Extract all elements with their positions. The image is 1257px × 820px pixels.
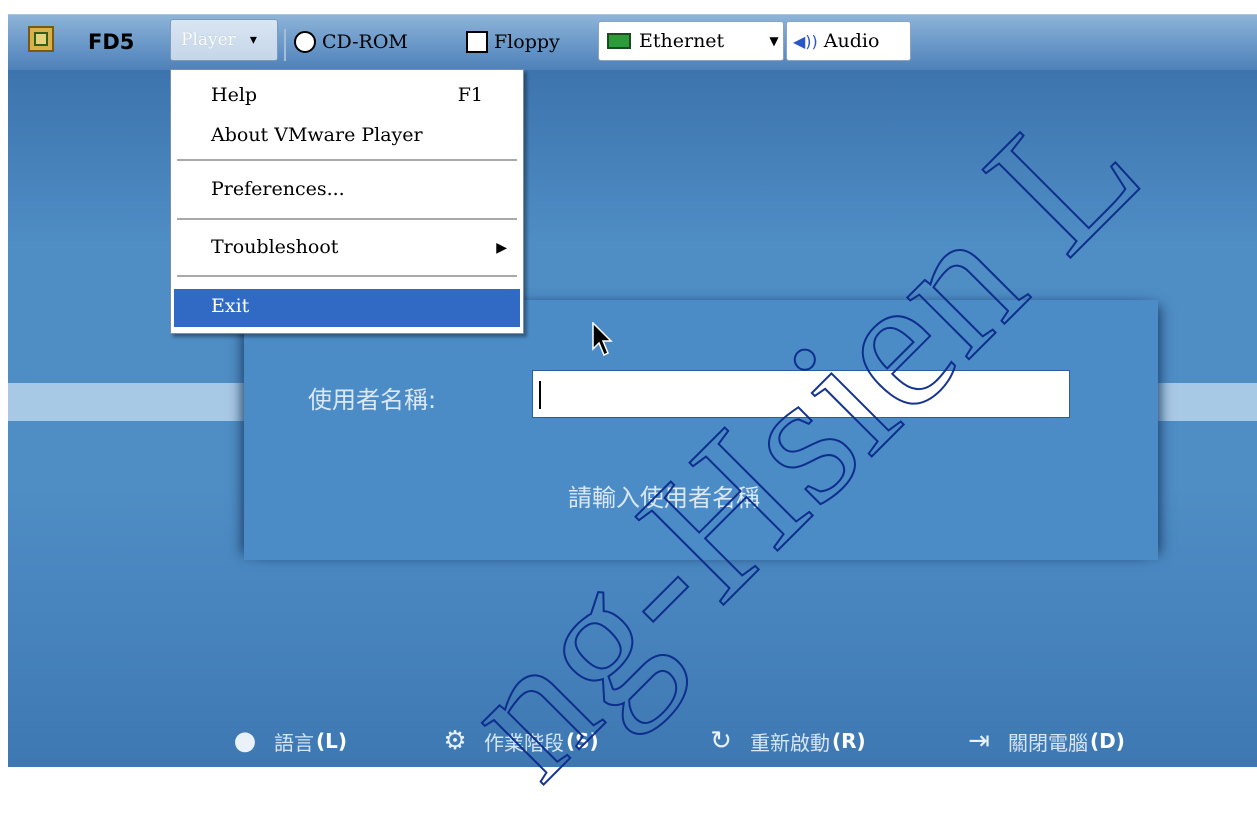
menu-item-exit-label: Exit <box>211 295 250 317</box>
username-input[interactable] <box>532 370 1070 418</box>
restart-action[interactable]: ↻ 重新啟動 (R) <box>706 726 866 756</box>
network-card-icon <box>607 33 631 49</box>
menu-item-troubleshoot[interactable]: Troubleshoot <box>211 236 521 258</box>
menu-separator <box>177 218 517 220</box>
menu-item-about[interactable]: About VMware Player <box>211 124 423 146</box>
toolbar-separator <box>284 29 286 61</box>
vmware-app-icon <box>28 26 54 52</box>
menu-item-preferences[interactable]: Preferences... <box>211 178 345 200</box>
audio-label: Audio <box>823 30 880 52</box>
menu-item-preferences-label: Preferences... <box>211 178 345 200</box>
cdrom-device-button[interactable]: CD-ROM <box>294 19 408 65</box>
chevron-down-icon: ▾ <box>249 32 257 48</box>
username-label: 使用者名稱: <box>308 386 437 414</box>
shutdown-action[interactable]: ⇥ 關閉電腦 (D) <box>964 726 1125 756</box>
session-label: 作業階段 <box>484 730 564 755</box>
language-label: 語言 <box>274 730 314 755</box>
menu-separator <box>177 159 517 161</box>
shutdown-shortcut: (D) <box>1090 729 1125 753</box>
restart-shortcut: (R) <box>832 729 866 753</box>
shutdown-icon: ⇥ <box>968 726 990 756</box>
login-panel <box>244 300 1158 560</box>
ethernet-device-button[interactable]: Ethernet <box>598 21 784 61</box>
player-dropdown-menu: Help F1 About VMware Player Preferences.… <box>170 69 524 334</box>
chevron-down-icon: ▼ <box>769 34 779 48</box>
menu-item-help[interactable]: Help <box>211 84 257 106</box>
floppy-device-button[interactable]: Floppy <box>466 19 560 65</box>
menu-item-about-label: About VMware Player <box>211 124 423 146</box>
mouse-pointer-icon <box>592 322 613 357</box>
shutdown-label: 關閉電腦 <box>1008 730 1088 755</box>
submenu-arrow-icon: ▶ <box>496 240 507 256</box>
vm-name: FD5 <box>88 30 135 54</box>
ethernet-label: Ethernet <box>639 30 725 52</box>
floppy-icon <box>466 31 488 53</box>
menu-item-help-label: Help <box>211 84 258 106</box>
gears-icon: ⚙ <box>443 726 467 756</box>
help-shortcut: F1 <box>457 84 483 106</box>
language-action[interactable]: ● 語言 (L) <box>230 726 347 756</box>
vmware-player-window: FD5 Player ▾ CD-ROM Floppy Ethernet ▼ ◀)… <box>0 0 1257 818</box>
player-menu-button[interactable]: Player ▾ <box>170 19 278 61</box>
player-menu-label: Player <box>181 30 236 50</box>
cdrom-icon <box>294 31 316 53</box>
language-shortcut: (L) <box>316 729 348 753</box>
restart-icon: ↻ <box>710 726 732 756</box>
menu-item-exit[interactable]: Exit <box>174 289 520 327</box>
menu-item-troubleshoot-label: Troubleshoot <box>211 236 339 258</box>
audio-device-button[interactable]: ◀)) Audio <box>786 21 911 61</box>
username-hint: 請輸入使用者名稱 <box>568 484 760 512</box>
vmware-toolbar: FD5 Player ▾ CD-ROM Floppy Ethernet ▼ ◀)… <box>8 14 1257 71</box>
cdrom-label: CD-ROM <box>322 31 408 53</box>
menu-separator <box>177 275 517 277</box>
floppy-label: Floppy <box>494 31 560 53</box>
ethernet-dropdown-button[interactable]: ▼ <box>764 21 784 61</box>
restart-label: 重新啟動 <box>750 730 830 755</box>
speaker-icon: ◀)) <box>793 31 818 51</box>
speech-bubble-icon: ● <box>233 726 257 756</box>
session-shortcut: (S) <box>566 729 599 753</box>
session-action[interactable]: ⚙ 作業階段 (S) <box>440 726 599 756</box>
text-caret <box>539 381 541 409</box>
